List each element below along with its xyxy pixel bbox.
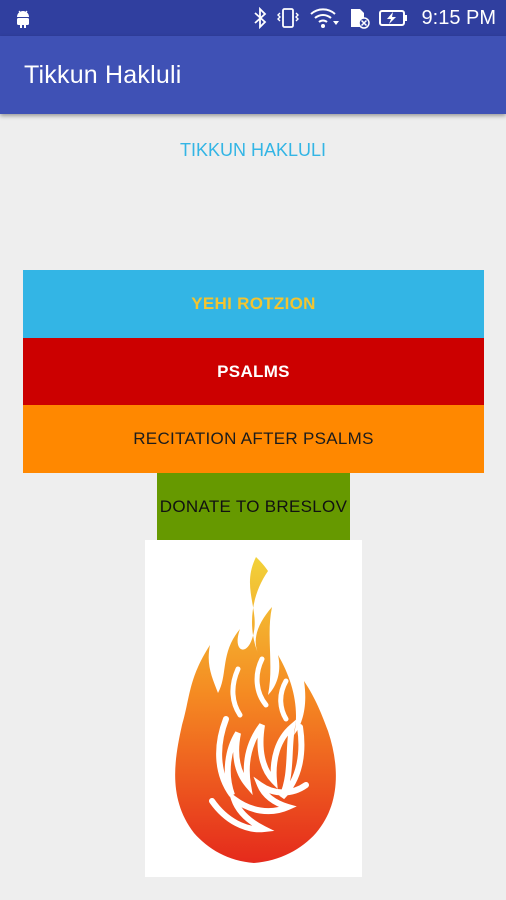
status-left	[14, 8, 32, 28]
flame-logo-icon	[174, 556, 336, 863]
app-title: Tikkun Hakluli	[24, 60, 182, 89]
bluetooth-icon	[253, 7, 267, 29]
app-bar: Tikkun Hakluli	[0, 36, 506, 114]
psalms-button[interactable]: PSALMS	[23, 338, 484, 405]
status-right: 9:15 PM	[253, 7, 496, 30]
status-time: 9:15 PM	[421, 6, 496, 29]
vibrate-icon	[276, 7, 300, 29]
page-subtitle: TIKKUN HAKLULI	[179, 140, 327, 160]
recitation-after-psalms-button[interactable]: RECITATION AFTER PSALMS	[23, 405, 484, 473]
battery-charging-icon	[378, 7, 409, 29]
flame-image	[145, 540, 362, 877]
wifi-icon	[309, 7, 339, 29]
android-icon	[14, 8, 32, 28]
status-bar: 9:15 PM	[0, 0, 506, 36]
yehi-rotzion-button[interactable]: YEHI ROTZION	[23, 270, 484, 338]
donate-to-breslov-button[interactable]: DONATE TO BRESLOV	[157, 473, 350, 540]
sim-icon	[348, 7, 370, 29]
